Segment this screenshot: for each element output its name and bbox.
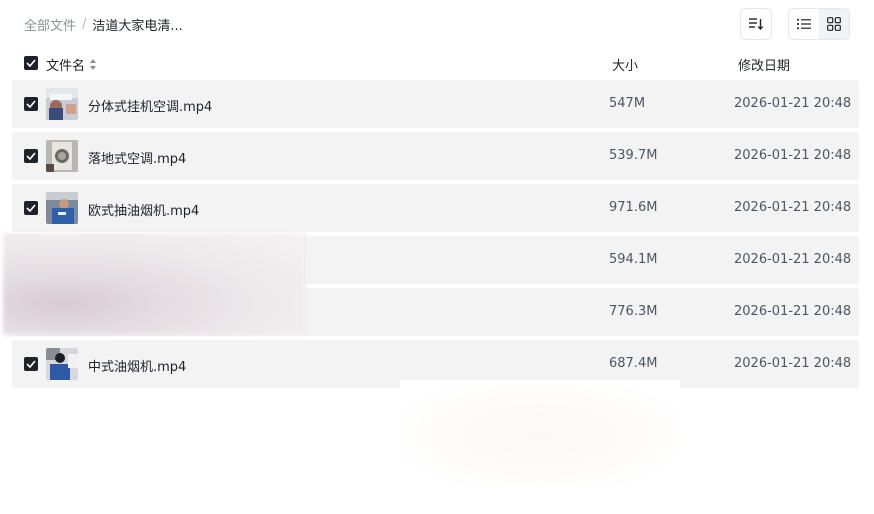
check-icon	[26, 152, 36, 160]
file-name[interactable]: 欧式抽油烟机.mp4	[88, 200, 199, 219]
file-name[interactable]: 落地式空调.mp4	[88, 148, 186, 167]
background-glow	[400, 380, 680, 490]
file-size: 971.6M	[609, 200, 658, 215]
table-row[interactable]: 欧式抽油烟机.mp4 971.6M 2026-01-21 20:48	[12, 184, 859, 232]
list-view-icon	[797, 19, 811, 29]
grid-view-icon	[827, 17, 841, 31]
video-thumbnail	[46, 88, 78, 120]
breadcrumb: 全部文件 / 洁道大家电清...	[24, 14, 183, 34]
check-icon	[26, 204, 36, 212]
table-header: 文件名 大小 修改日期	[12, 52, 859, 76]
row-checkbox[interactable]	[24, 357, 38, 371]
file-size: 687.4M	[609, 356, 658, 371]
file-size: 594.1M	[609, 252, 658, 267]
file-modified-date: 2026-01-21 20:48	[734, 96, 852, 111]
row-checkbox[interactable]	[24, 149, 38, 163]
file-modified-date: 2026-01-21 20:48	[734, 252, 852, 267]
view-toggle	[788, 8, 850, 40]
table-row[interactable]: 落地式空调.mp4 539.7M 2026-01-21 20:48	[12, 132, 859, 180]
check-icon	[26, 100, 36, 108]
file-browser: 全部文件 / 洁道大家电清... 文件名 大小 修改日期 分体式挂机空调.mp4…	[0, 0, 874, 514]
video-thumbnail	[46, 348, 78, 380]
file-name[interactable]: 分体式挂机空调.mp4	[88, 96, 212, 115]
column-size-header[interactable]: 大小	[612, 55, 638, 74]
row-checkbox[interactable]	[24, 201, 38, 215]
file-modified-date: 2026-01-21 20:48	[734, 200, 852, 215]
blur-edge	[304, 233, 305, 287]
sort-button[interactable]	[740, 8, 772, 40]
file-size: 547M	[609, 96, 646, 111]
file-name[interactable]: 中式油烟机.mp4	[88, 356, 186, 375]
file-modified-date: 2026-01-21 20:48	[734, 148, 852, 163]
table-row[interactable]: 分体式挂机空调.mp4 547M 2026-01-21 20:48	[12, 80, 859, 128]
blurred-region	[3, 233, 305, 335]
grid-view-button[interactable]	[819, 9, 849, 39]
select-all-checkbox[interactable]	[24, 56, 38, 70]
video-thumbnail	[46, 192, 78, 224]
list-view-button[interactable]	[789, 9, 819, 39]
file-modified-date: 2026-01-21 20:48	[734, 356, 852, 371]
video-thumbnail	[46, 140, 78, 172]
file-modified-date: 2026-01-21 20:48	[734, 304, 852, 319]
file-size: 539.7M	[609, 148, 658, 163]
column-name-header[interactable]: 文件名	[46, 55, 97, 74]
row-checkbox[interactable]	[24, 97, 38, 111]
sort-arrows-icon	[90, 59, 97, 70]
breadcrumb-root-link[interactable]: 全部文件	[24, 15, 76, 34]
column-name-label: 文件名	[46, 59, 86, 74]
breadcrumb-current-folder: 洁道大家电清...	[92, 18, 183, 34]
sort-lines-icon	[749, 18, 764, 31]
file-size: 776.3M	[609, 304, 658, 319]
check-icon	[26, 360, 36, 368]
column-date-header[interactable]: 修改日期	[738, 55, 790, 74]
breadcrumb-separator: /	[82, 16, 87, 32]
check-icon	[26, 59, 36, 67]
